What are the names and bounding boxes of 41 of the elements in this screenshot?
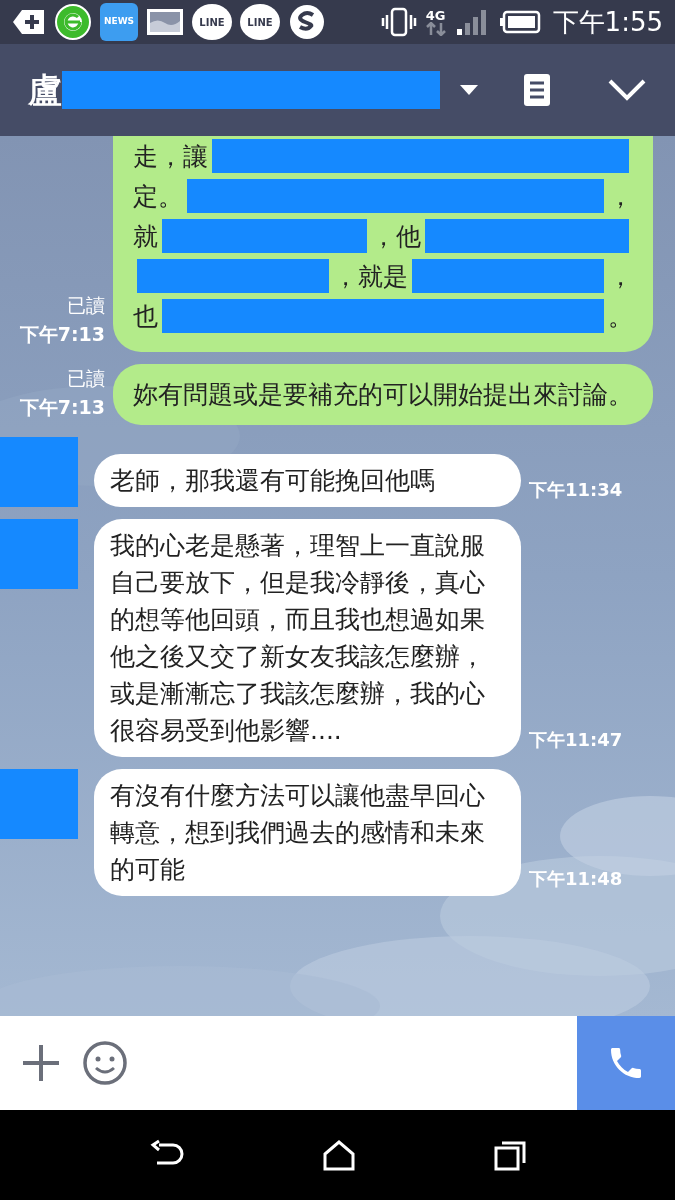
news-app-icon: NEWS <box>100 3 138 41</box>
message-text: 也 <box>133 300 158 333</box>
message-text: 我的心老是懸著，理智上一直說服自己要放下，但是我冷靜後，真心的想等他回頭，而且我也想過如果他之後又交了新女友我該怎麼辦，或是漸漸忘了我該怎麼辦，我的心很容易受到他影響.... <box>110 530 486 747</box>
message-time: 下午11:48 <box>529 867 623 891</box>
notes-icon[interactable] <box>523 73 551 107</box>
clock-time: 下午1:55 <box>552 5 663 39</box>
add-notification-icon <box>12 8 46 36</box>
battery-icon <box>498 10 541 34</box>
emoji-icon[interactable] <box>82 1040 128 1086</box>
skype-icon <box>288 3 326 41</box>
message-text: ，就是 <box>333 260 408 293</box>
data-arrows-icon <box>424 21 447 36</box>
line-app-icon: LINE <box>240 4 280 40</box>
chat-title: 盧 <box>28 68 62 112</box>
message-time: 下午7:13 <box>19 394 105 420</box>
message-text: ， <box>608 260 633 293</box>
gallery-icon <box>146 7 184 37</box>
call-button[interactable] <box>577 1016 675 1110</box>
message-text: ，他 <box>370 220 421 253</box>
message-text: 有沒有什麼方法可以讓他盡早回心轉意，想到我們過去的感情和未來的可能 <box>110 780 486 886</box>
message-text: 老師，那我還有可能挽回他嗎 <box>110 465 436 497</box>
message-time: 下午11:34 <box>529 478 623 502</box>
message-text: 就 <box>133 220 158 253</box>
vibrate-icon <box>380 7 417 37</box>
message-time: 下午11:47 <box>529 728 623 752</box>
add-icon[interactable] <box>20 1042 62 1084</box>
message-text: 走，讓 <box>133 140 208 173</box>
message-text: 定。 <box>133 180 183 213</box>
browser-icon <box>54 3 92 41</box>
message-text: ， <box>608 180 633 213</box>
collapse-chevron-icon[interactable] <box>607 78 647 102</box>
network-type-label: 4G <box>425 8 446 22</box>
message-text: 妳有問題或是要補充的可以開始提出來討論。 <box>133 379 633 411</box>
recent-apps-icon[interactable] <box>492 1139 527 1171</box>
line-app-icon: LINE <box>192 4 232 40</box>
read-receipt: 已讀 <box>67 366 105 391</box>
home-icon[interactable] <box>321 1139 356 1171</box>
message-text: 。 <box>608 300 633 333</box>
dropdown-caret-icon <box>459 84 479 96</box>
read-receipt: 已讀 <box>67 293 105 318</box>
message-time: 下午7:13 <box>19 321 105 347</box>
